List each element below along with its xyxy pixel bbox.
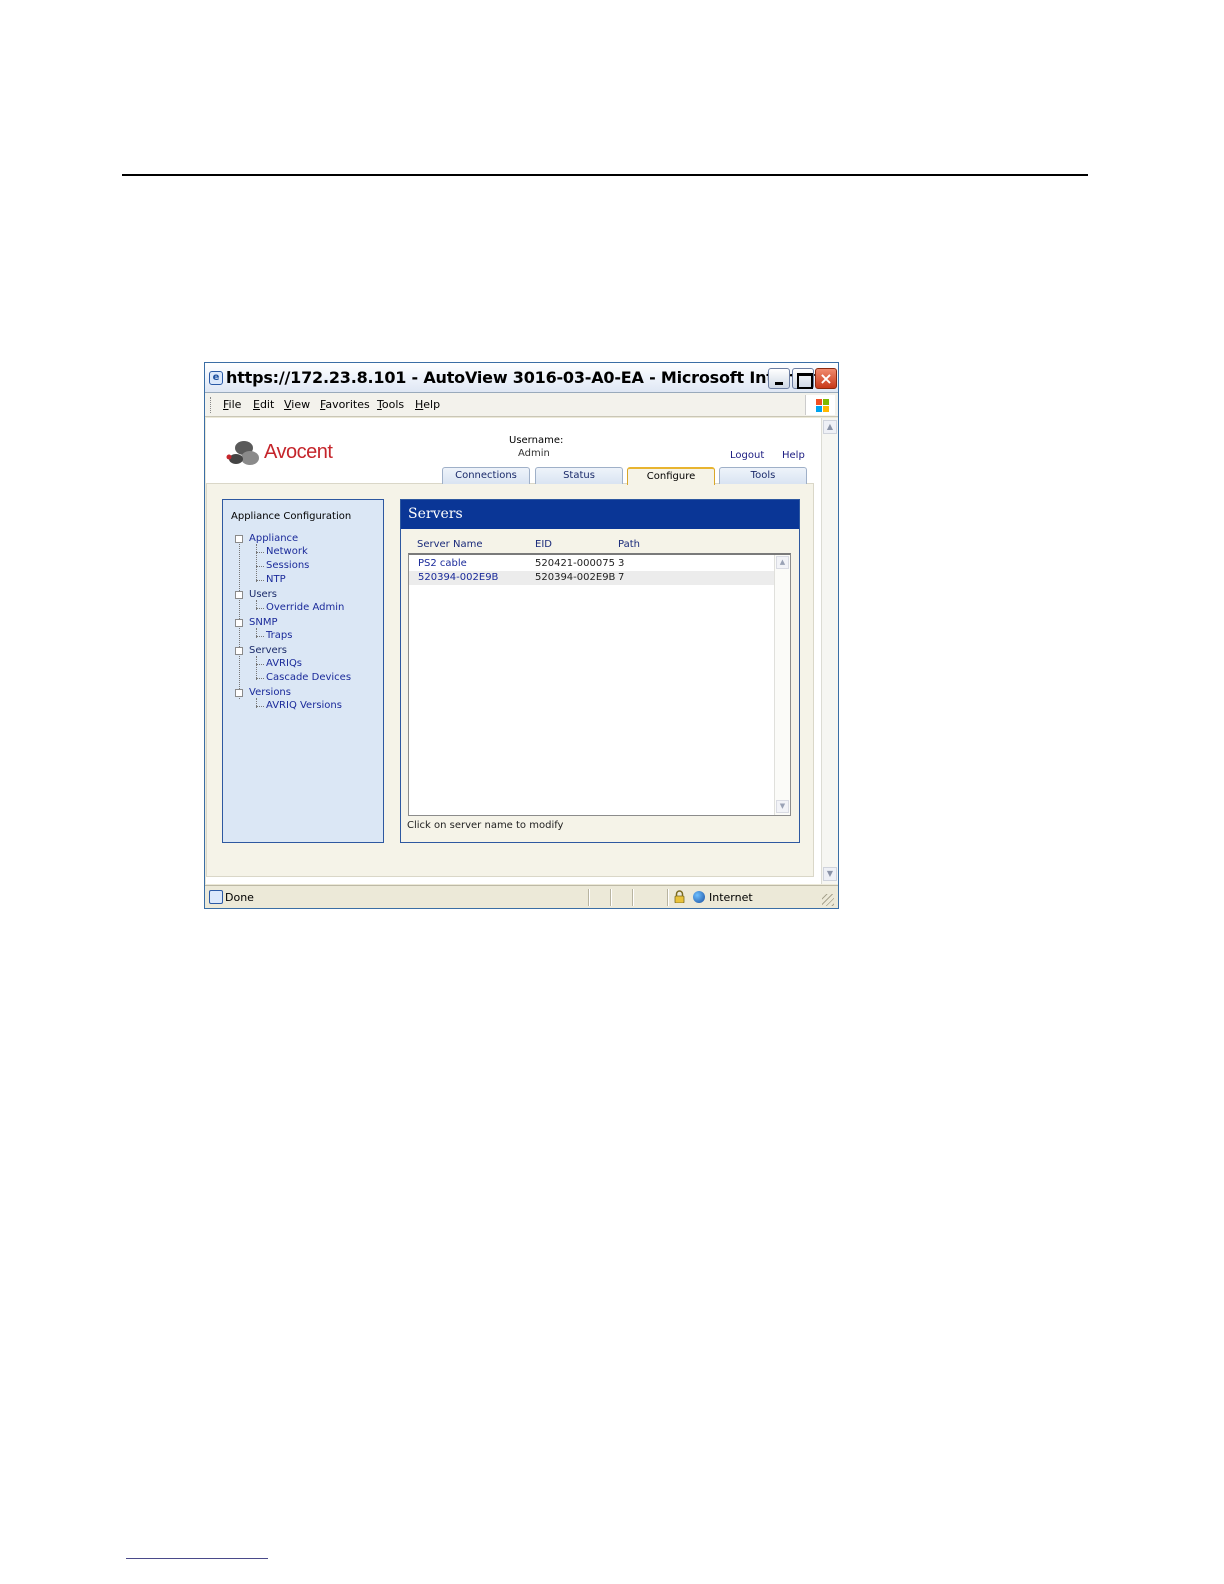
- status-text: Done: [225, 891, 254, 904]
- internet-zone-icon: [693, 891, 705, 903]
- server-path: 7: [618, 572, 625, 583]
- menu-file[interactable]: File: [223, 397, 241, 413]
- server-name-link[interactable]: PS2 cable: [418, 558, 467, 570]
- scroll-up-icon[interactable]: ▲: [776, 556, 789, 569]
- page-top-rule: [122, 174, 1088, 176]
- tree-leaf-line: [256, 636, 264, 637]
- table-row[interactable]: PS2 cable 520421-000075 3: [409, 557, 775, 571]
- status-divider: [588, 889, 589, 906]
- column-header-server-name[interactable]: Server Name: [417, 539, 482, 551]
- menu-view[interactable]: View: [284, 397, 310, 413]
- sidebar-item-snmp[interactable]: SNMP: [249, 617, 278, 629]
- hint-text: Click on server name to modify: [407, 820, 564, 831]
- page-done-icon: [209, 890, 223, 904]
- scroll-up-icon[interactable]: ▲: [823, 420, 837, 434]
- page-scrollbar[interactable]: ▲ ▼: [821, 418, 838, 884]
- sidebar-item-network[interactable]: Network: [266, 546, 308, 558]
- sidebar-item-users[interactable]: Users: [249, 589, 277, 601]
- security-zone: Internet: [709, 891, 753, 904]
- tree-leaf-line: [256, 552, 264, 553]
- toolbar-grip: [210, 397, 212, 413]
- tree-leaf-line: [256, 608, 264, 609]
- tree-collapse-icon[interactable]: [235, 689, 243, 697]
- tab-configure[interactable]: Configure: [627, 467, 715, 485]
- browser-window: e https://172.23.8.101 - AutoView 3016-0…: [204, 362, 839, 909]
- close-icon: ×: [819, 369, 833, 388]
- menu-help[interactable]: Help: [415, 397, 440, 413]
- tree-collapse-icon[interactable]: [235, 535, 243, 543]
- scroll-down-icon[interactable]: ▼: [776, 800, 789, 813]
- page-footer-rule: [126, 1558, 268, 1559]
- username-value: Admin: [518, 448, 550, 459]
- sidebar-item-sessions[interactable]: Sessions: [266, 560, 309, 572]
- tree-collapse-icon[interactable]: [235, 591, 243, 599]
- servers-list[interactable]: PS2 cable 520421-000075 3 520394-002E9B …: [408, 553, 791, 816]
- status-divider: [667, 889, 668, 906]
- sidebar-item-avriqs[interactable]: AVRIQs: [266, 658, 302, 670]
- sidebar-item-versions[interactable]: Versions: [249, 687, 291, 699]
- server-name-link[interactable]: 520394-002E9B: [418, 572, 498, 584]
- appliance-config-panel: Appliance Configuration Appliance Users …: [222, 499, 384, 843]
- tab-status[interactable]: Status: [535, 467, 623, 484]
- column-header-eid[interactable]: EID: [535, 539, 552, 551]
- menu-favorites[interactable]: Favorites: [320, 397, 370, 413]
- list-scrollbar[interactable]: ▲ ▼: [774, 555, 790, 815]
- menu-bar: File Edit View Favorites Tools Help: [205, 393, 838, 417]
- avocent-logo-icon: [226, 441, 259, 465]
- sidebar-item-override-admin[interactable]: Override Admin: [266, 602, 344, 614]
- status-divider: [610, 889, 611, 906]
- page-viewport: Avocent Username: Admin Logout Help Conn…: [206, 418, 821, 884]
- server-eid: 520394-002E9B: [535, 572, 616, 583]
- username-label: Username:: [509, 435, 564, 446]
- logout-link[interactable]: Logout: [730, 450, 764, 462]
- server-eid: 520421-000075: [535, 558, 615, 569]
- tree-collapse-icon[interactable]: [235, 619, 243, 627]
- status-bar: Done Internet: [205, 885, 838, 908]
- windows-logo-icon: [805, 395, 835, 415]
- sidebar-title: Appliance Configuration: [231, 511, 352, 522]
- tree-leaf-line: [256, 706, 264, 707]
- sidebar-item-avriq-versions[interactable]: AVRIQ Versions: [266, 700, 342, 712]
- sidebar-item-ntp[interactable]: NTP: [266, 574, 286, 586]
- help-link[interactable]: Help: [782, 450, 805, 462]
- tree-leaf-line: [256, 678, 264, 679]
- lock-icon[interactable]: [674, 890, 685, 903]
- resize-grip[interactable]: [822, 894, 834, 906]
- logo-text: Avocent: [264, 441, 333, 463]
- minimize-button[interactable]: [768, 368, 790, 389]
- column-header-path[interactable]: Path: [618, 539, 640, 551]
- maximize-button[interactable]: [792, 368, 814, 389]
- sidebar-item-traps[interactable]: Traps: [266, 630, 292, 642]
- tree-branch-line: [256, 544, 257, 582]
- server-path: 3: [618, 558, 625, 569]
- scroll-down-icon[interactable]: ▼: [823, 867, 837, 881]
- tree-collapse-icon[interactable]: [235, 647, 243, 655]
- tree-leaf-line: [256, 664, 264, 665]
- close-button[interactable]: ×: [815, 368, 837, 389]
- title-bar[interactable]: e https://172.23.8.101 - AutoView 3016-0…: [205, 363, 838, 393]
- sidebar-item-appliance[interactable]: Appliance: [249, 533, 298, 545]
- status-divider: [632, 889, 633, 906]
- table-row[interactable]: 520394-002E9B 520394-002E9B 7: [409, 571, 775, 585]
- tree-leaf-line: [256, 580, 264, 581]
- page-title: Servers: [408, 506, 463, 522]
- sidebar-item-servers[interactable]: Servers: [249, 645, 287, 657]
- ie-page-icon: e: [209, 371, 223, 385]
- tab-tools[interactable]: Tools: [719, 467, 807, 484]
- menu-edit[interactable]: Edit: [253, 397, 274, 413]
- tab-connections[interactable]: Connections: [442, 467, 530, 484]
- sidebar-item-cascade-devices[interactable]: Cascade Devices: [266, 672, 351, 684]
- window-title: https://172.23.8.101 - AutoView 3016-03-…: [226, 368, 839, 387]
- menu-tools[interactable]: Tools: [377, 397, 404, 413]
- tree-leaf-line: [256, 566, 264, 567]
- servers-panel: Servers Server Name EID Path PS2 cable 5…: [400, 499, 800, 843]
- tree-branch-line: [256, 656, 257, 680]
- servers-panel-header: Servers: [401, 500, 799, 529]
